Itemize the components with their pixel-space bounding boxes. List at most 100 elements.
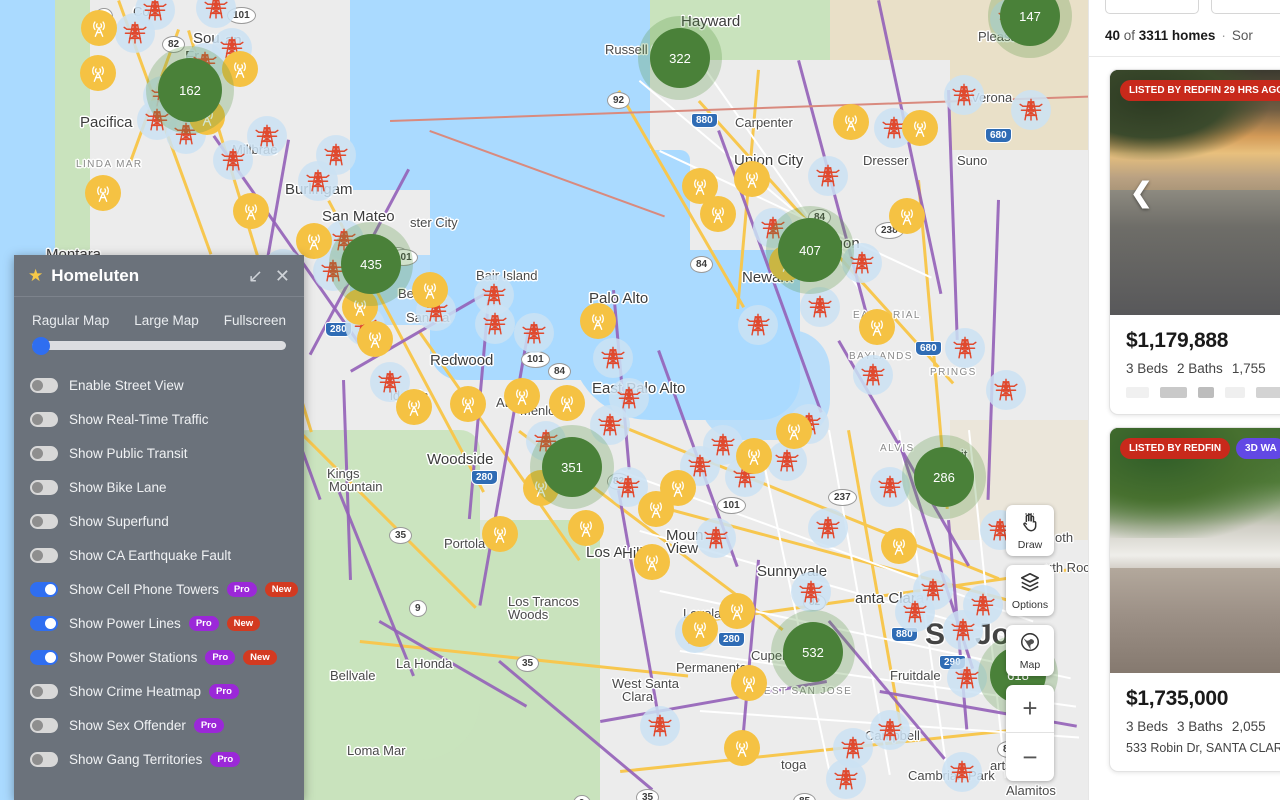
power-tower-marker[interactable]: [247, 116, 287, 156]
toggle-switch[interactable]: [30, 445, 58, 461]
options-button[interactable]: Options: [1006, 565, 1054, 616]
toggle-row[interactable]: Show Real-Time Traffic: [30, 402, 288, 436]
toggle-switch[interactable]: [30, 377, 58, 393]
cell-tower-marker[interactable]: [580, 303, 616, 339]
draw-button[interactable]: Draw: [1006, 505, 1054, 556]
power-tower-marker[interactable]: [738, 305, 778, 345]
toggle-switch[interactable]: [30, 717, 58, 733]
power-tower-marker[interactable]: [853, 355, 893, 395]
cell-tower-marker[interactable]: [634, 544, 670, 580]
toggle-switch[interactable]: [30, 479, 58, 495]
toggle-switch[interactable]: [30, 411, 58, 427]
power-tower-marker[interactable]: [593, 338, 633, 378]
cell-tower-marker[interactable]: [881, 528, 917, 564]
power-tower-marker[interactable]: [808, 156, 848, 196]
home-cluster-marker[interactable]: 351: [542, 437, 602, 497]
cell-tower-marker[interactable]: [222, 51, 258, 87]
toggle-row[interactable]: Show Power Lines Pro New: [30, 606, 288, 640]
toggle-switch[interactable]: [30, 615, 58, 631]
cell-tower-marker[interactable]: [504, 378, 540, 414]
zoom-in-button[interactable]: +: [1006, 685, 1054, 733]
power-tower-marker[interactable]: [895, 592, 935, 632]
toggle-switch[interactable]: [30, 513, 58, 529]
map-type-button[interactable]: Map: [1006, 625, 1054, 676]
cell-tower-marker[interactable]: [902, 110, 938, 146]
home-cluster-marker[interactable]: 162: [158, 58, 222, 122]
map-size-slider[interactable]: [32, 336, 286, 355]
power-tower-marker[interactable]: [640, 706, 680, 746]
cell-tower-marker[interactable]: [482, 516, 518, 552]
toggle-row[interactable]: Show Cell Phone Towers Pro New: [30, 572, 299, 606]
cell-tower-marker[interactable]: [724, 730, 760, 766]
power-tower-marker[interactable]: [842, 243, 882, 283]
filter-button-1[interactable]: [1105, 0, 1199, 14]
cell-tower-marker[interactable]: [81, 10, 117, 46]
sort-control[interactable]: Sor: [1232, 28, 1253, 43]
zoom-out-button[interactable]: −: [1006, 733, 1054, 781]
listing-sidebar[interactable]: 40 of 3311 homes · Sor LISTED BY REDFIN 29…: [1088, 0, 1280, 800]
cell-tower-marker[interactable]: [734, 161, 770, 197]
power-tower-marker[interactable]: [870, 710, 910, 750]
power-tower-marker[interactable]: [791, 572, 831, 612]
toggle-switch[interactable]: [30, 683, 58, 699]
toggle-row[interactable]: Show Power Stations Pro New: [30, 640, 288, 674]
home-cluster-marker[interactable]: 286: [914, 447, 974, 507]
home-cluster-marker[interactable]: 532: [783, 622, 843, 682]
power-tower-marker[interactable]: [1011, 90, 1051, 130]
power-tower-marker[interactable]: [115, 13, 155, 53]
listing-photo[interactable]: LISTED BY REDFIN 3D WA: [1110, 428, 1280, 673]
filter-bar[interactable]: [1089, 0, 1280, 14]
cell-tower-marker[interactable]: [549, 385, 585, 421]
cell-tower-marker[interactable]: [296, 223, 332, 259]
map-controls[interactable]: Draw Options Map + −: [1006, 505, 1054, 781]
listing-card[interactable]: LISTED BY REDFIN 29 HRS AGO ❮ $1,179,888 3 …: [1109, 69, 1280, 415]
power-tower-marker[interactable]: [298, 161, 338, 201]
power-tower-marker[interactable]: [833, 728, 873, 768]
option-large-map[interactable]: Large Map: [134, 313, 199, 328]
cell-tower-marker[interactable]: [396, 389, 432, 425]
cell-tower-marker[interactable]: [233, 193, 269, 229]
cell-tower-marker[interactable]: [660, 470, 696, 506]
toggle-row[interactable]: Show Bike Lane: [30, 470, 288, 504]
listing-card[interactable]: LISTED BY REDFIN 3D WA $1,735,000 3 Beds 3 B…: [1109, 427, 1280, 772]
option-fullscreen[interactable]: Fullscreen: [224, 313, 286, 328]
minimize-icon[interactable]: ↙: [248, 267, 263, 285]
cell-tower-marker[interactable]: [568, 510, 604, 546]
power-tower-marker[interactable]: [942, 752, 982, 792]
cell-tower-marker[interactable]: [412, 272, 448, 308]
toggle-switch[interactable]: [30, 581, 58, 597]
toggle-row[interactable]: Show Superfund: [30, 504, 288, 538]
home-cluster-marker[interactable]: 435: [341, 234, 401, 294]
toggle-row[interactable]: Show Gang Territories Pro: [30, 742, 288, 776]
power-tower-marker[interactable]: [986, 370, 1026, 410]
cell-tower-marker[interactable]: [889, 198, 925, 234]
cell-tower-marker[interactable]: [80, 55, 116, 91]
power-tower-marker[interactable]: [944, 75, 984, 115]
slider-thumb[interactable]: [32, 336, 50, 355]
power-tower-marker[interactable]: [514, 313, 554, 353]
power-tower-marker[interactable]: [945, 328, 985, 368]
power-tower-marker[interactable]: [947, 658, 987, 698]
power-tower-marker[interactable]: [870, 467, 910, 507]
toggle-row[interactable]: Show CA Earthquake Fault: [30, 538, 288, 572]
cell-tower-marker[interactable]: [357, 321, 393, 357]
power-tower-marker[interactable]: [963, 585, 1003, 625]
photo-prev-button[interactable]: ❮: [1130, 179, 1153, 206]
power-tower-marker[interactable]: [213, 140, 253, 180]
cell-tower-marker[interactable]: [700, 196, 736, 232]
home-cluster-marker[interactable]: 322: [650, 28, 710, 88]
cell-tower-marker[interactable]: [731, 665, 767, 701]
cell-tower-marker[interactable]: [833, 104, 869, 140]
power-tower-marker[interactable]: [475, 304, 515, 344]
toggle-row[interactable]: Show Sex Offender Pro: [30, 708, 288, 742]
cell-tower-marker[interactable]: [776, 413, 812, 449]
power-tower-marker[interactable]: [590, 405, 630, 445]
power-tower-marker[interactable]: [696, 518, 736, 558]
zoom-controls[interactable]: + −: [1006, 685, 1054, 781]
power-tower-marker[interactable]: [800, 287, 840, 327]
cell-tower-marker[interactable]: [85, 175, 121, 211]
cell-tower-marker[interactable]: [682, 611, 718, 647]
home-cluster-marker[interactable]: 407: [778, 218, 842, 282]
toggle-switch[interactable]: [30, 649, 58, 665]
cell-tower-marker[interactable]: [719, 593, 755, 629]
